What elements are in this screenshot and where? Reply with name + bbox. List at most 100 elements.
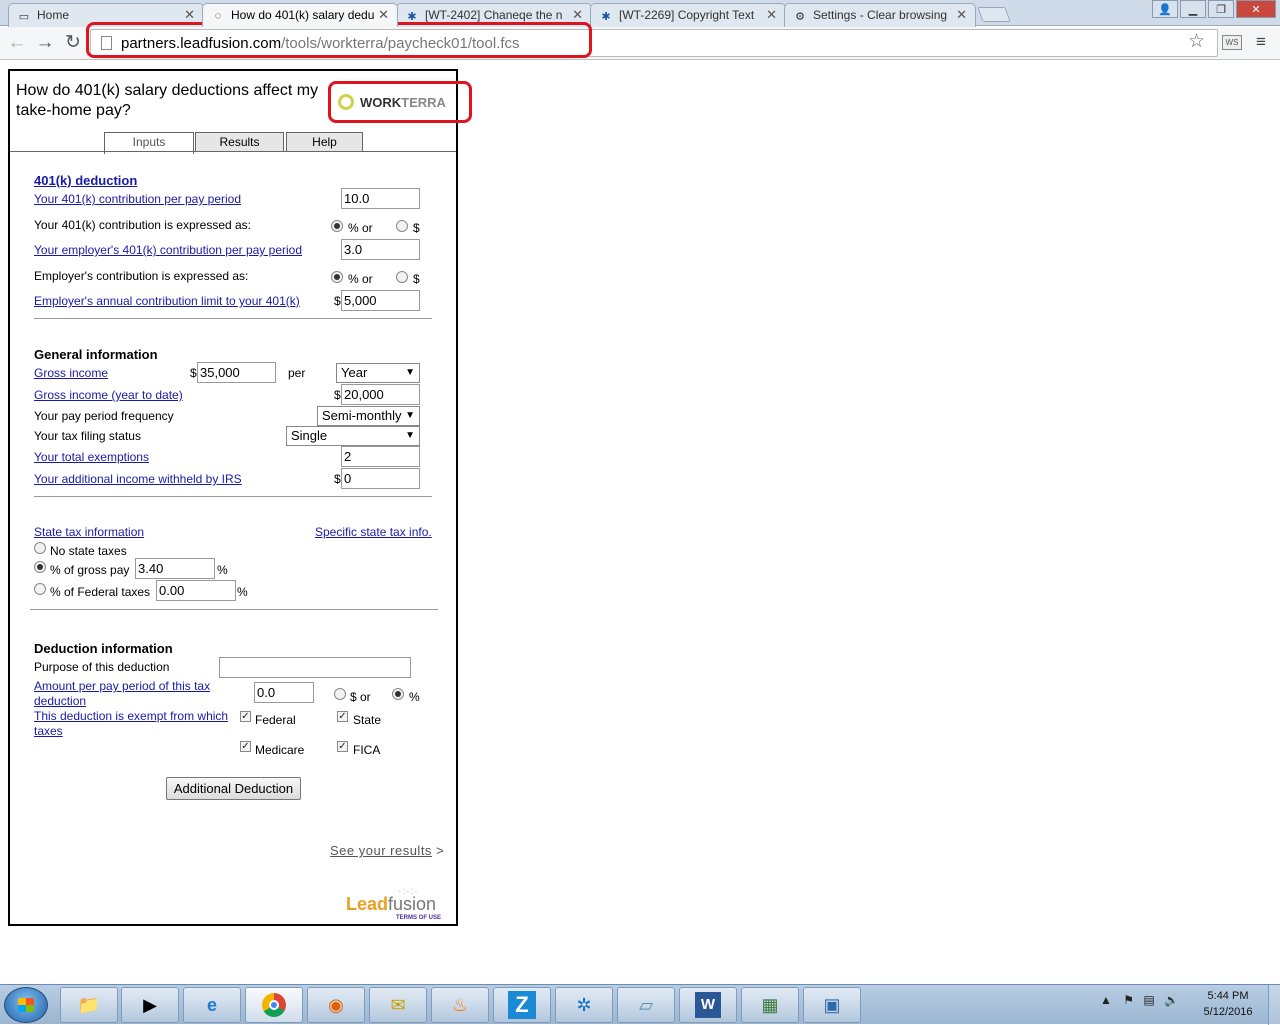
- chevron-down-icon: ▼: [405, 430, 415, 441]
- gross-ytd-input[interactable]: 20,000: [341, 384, 420, 405]
- federal-taxes-radio[interactable]: [34, 583, 46, 595]
- media-icon[interactable]: ▶: [121, 987, 179, 1023]
- reload-icon[interactable]: ↻: [62, 33, 84, 55]
- exemptions-input[interactable]: 2: [341, 446, 420, 467]
- chevron-up-icon[interactable]: ▲: [1100, 993, 1112, 1007]
- period-select[interactable]: Year ▼: [336, 363, 420, 383]
- amount-percent-radio[interactable]: [392, 688, 404, 700]
- state-gross-input[interactable]: 3.40: [135, 558, 215, 579]
- forward-arrow-icon[interactable]: →: [34, 33, 56, 55]
- specific-state-tax-link[interactable]: Specific state tax info.: [315, 525, 432, 539]
- close-window-button[interactable]: ✕: [1236, 0, 1276, 18]
- section-401k-heading[interactable]: 401(k) deduction: [34, 173, 137, 188]
- explorer-icon[interactable]: 📁: [60, 987, 118, 1023]
- federal-checkbox[interactable]: ✓: [240, 711, 251, 722]
- z-icon[interactable]: Z: [493, 987, 551, 1023]
- filing-status-select[interactable]: Single ▼: [286, 426, 420, 446]
- start-button[interactable]: [4, 987, 48, 1023]
- contribution-expressed-label: Your 401(k) contribution is expressed as…: [34, 218, 252, 232]
- employer-contribution-input[interactable]: 3.0: [341, 239, 420, 260]
- terms-of-use-link[interactable]: TERMS OF USE: [396, 915, 441, 921]
- contribution-percent-radio[interactable]: [331, 220, 343, 232]
- word-icon[interactable]: W: [679, 987, 737, 1023]
- amount-dollar-radio[interactable]: [334, 688, 346, 700]
- state-federal-input[interactable]: 0.00: [156, 580, 236, 601]
- outlook-icon[interactable]: ✉: [369, 987, 427, 1023]
- app-icon[interactable]: ♨: [431, 987, 489, 1023]
- close-icon[interactable]: ✕: [766, 7, 777, 23]
- highlight-url-annotation: [86, 22, 592, 58]
- back-arrow-icon[interactable]: ←: [6, 33, 28, 55]
- safari-icon[interactable]: ✲: [555, 987, 613, 1023]
- exempt-link-line1[interactable]: This deduction is exempt from which: [34, 709, 228, 723]
- contribution-input[interactable]: 10.0: [341, 188, 420, 209]
- employer-contribution-link[interactable]: Your employer's 401(k) contribution per …: [34, 243, 302, 257]
- user-icon[interactable]: 👤: [1152, 0, 1178, 18]
- flag-icon[interactable]: ⚑: [1123, 993, 1134, 1007]
- bookmark-star-icon[interactable]: ☆: [1188, 30, 1205, 53]
- see-results-link[interactable]: See your results >: [330, 843, 444, 858]
- additional-withheld-link[interactable]: Your additional income withheld by IRS: [34, 472, 242, 486]
- new-tab-button[interactable]: [977, 7, 1011, 22]
- additional-withheld-input[interactable]: 0: [341, 468, 420, 489]
- firefox-icon[interactable]: ◉: [307, 987, 365, 1023]
- section-divider: [34, 318, 432, 319]
- tab-results[interactable]: Results: [195, 132, 284, 152]
- gross-ytd-link[interactable]: Gross income (year to date): [34, 388, 183, 402]
- close-icon[interactable]: ✕: [378, 7, 389, 23]
- volume-icon[interactable]: 🔊: [1164, 993, 1179, 1007]
- minimize-button[interactable]: ▁: [1180, 0, 1206, 18]
- gross-pay-radio[interactable]: [34, 561, 46, 573]
- clock[interactable]: 5:44 PM 5/12/2016: [1196, 988, 1260, 1020]
- system-tray[interactable]: ▲ ⚑ ▤ 🔊: [1100, 993, 1179, 1007]
- ie-icon[interactable]: e: [183, 987, 241, 1023]
- contribution-link[interactable]: Your 401(k) contribution per pay period: [34, 192, 241, 206]
- employer-limit-link[interactable]: Employer's annual contribution limit to …: [34, 294, 300, 308]
- gross-income-input[interactable]: 35,000: [197, 362, 276, 383]
- chrome-icon[interactable]: [245, 987, 303, 1023]
- close-icon[interactable]: ✕: [184, 7, 195, 23]
- purpose-input[interactable]: [219, 657, 411, 678]
- widget-title: How do 401(k) salary deductions affect m…: [16, 82, 319, 119]
- chevron-down-icon: ▼: [405, 367, 415, 378]
- tab-settings[interactable]: ⚙ Settings - Clear browsing ✕: [784, 3, 976, 27]
- tab-help[interactable]: Help: [286, 132, 363, 152]
- employer-limit-input[interactable]: 5,000: [341, 290, 420, 311]
- pay-frequency-label: Your pay period frequency: [34, 409, 174, 423]
- amount-link-line2[interactable]: deduction: [34, 694, 86, 708]
- purpose-label: Purpose of this deduction: [34, 660, 170, 674]
- calc-icon[interactable]: ▦: [741, 987, 799, 1023]
- close-icon[interactable]: ✕: [956, 7, 967, 23]
- state-checkbox[interactable]: ✓: [337, 711, 348, 722]
- section-general-heading: General information: [34, 347, 158, 362]
- menu-icon[interactable]: ≡: [1256, 33, 1266, 50]
- extension-ws-icon[interactable]: WS: [1222, 35, 1242, 50]
- contribution-dollar-radio[interactable]: [396, 220, 408, 232]
- filing-status-label: Your tax filing status: [34, 429, 141, 443]
- restore-button[interactable]: ❐: [1208, 0, 1234, 18]
- gross-income-link[interactable]: Gross income: [34, 366, 108, 380]
- pay-frequency-select[interactable]: Semi-monthly ▼: [317, 406, 420, 426]
- exemptions-link[interactable]: Your total exemptions: [34, 450, 149, 464]
- section-divider: [30, 609, 438, 610]
- amount-input[interactable]: 0.0: [254, 682, 314, 703]
- amount-link-line1[interactable]: Amount per pay period of this tax: [34, 679, 210, 693]
- gear-icon: ⚙: [795, 10, 805, 23]
- fica-checkbox[interactable]: ✓: [337, 741, 348, 752]
- close-icon[interactable]: ✕: [572, 7, 583, 23]
- employer-dollar-radio[interactable]: [396, 271, 408, 283]
- employer-percent-radio[interactable]: [331, 271, 343, 283]
- page-icon: ▭: [18, 10, 30, 23]
- section-deduction-heading: Deduction information: [34, 641, 173, 656]
- state-tax-link[interactable]: State tax information: [34, 525, 144, 539]
- tab-401k[interactable]: ◌ How do 401(k) salary dedu ✕: [202, 3, 398, 27]
- no-state-tax-radio[interactable]: [34, 542, 46, 554]
- image-icon[interactable]: ▣: [803, 987, 861, 1023]
- show-desktop-button[interactable]: [1268, 985, 1280, 1025]
- tab-wt-2269[interactable]: ✱ [WT-2269] Copyright Text ✕: [590, 3, 786, 27]
- additional-deduction-button[interactable]: Additional Deduction: [166, 777, 301, 800]
- network-icon[interactable]: ▤: [1143, 993, 1154, 1007]
- medicare-checkbox[interactable]: ✓: [240, 741, 251, 752]
- notes-icon[interactable]: ▱: [617, 987, 675, 1023]
- exempt-link-line2[interactable]: taxes: [34, 724, 63, 738]
